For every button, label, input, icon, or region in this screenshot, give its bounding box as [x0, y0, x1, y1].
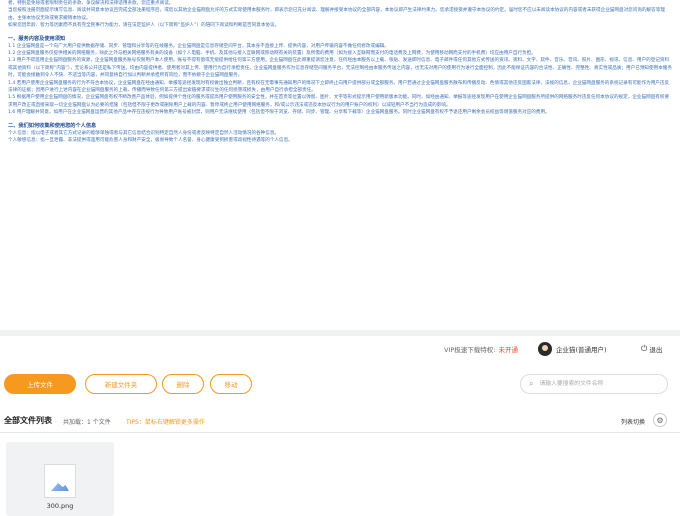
top-bar: VIP极速下载特权: 未开通 企业猫(普通用户) ⏻ 退出 — [0, 336, 680, 362]
document-paragraph: 1.2 企业猫网盘服务仅提供相关的网络服务，除此之外与相关网络服务有关的设备（如… — [8, 51, 536, 57]
section-heading: 二、我们如何收集和使用您的个人信息 — [8, 122, 97, 129]
file-list-title: 全部文件列表 — [4, 416, 52, 425]
view-switch-button[interactable]: 列表切换 — [621, 417, 645, 426]
vip-status[interactable]: 未开通 — [498, 346, 518, 354]
file-name: 300.png — [46, 502, 74, 510]
new-folder-button[interactable]: 新建文件夹 — [85, 374, 157, 394]
document-paragraph: 1.1 企业猫网盘是一个向广大用户提供数据存储、同步、管理和分享等的在线服务。企… — [8, 43, 389, 49]
logout-button[interactable]: ⏻ 退出 — [641, 344, 662, 354]
avatar[interactable] — [538, 342, 552, 356]
vip-label: VIP极速下载特权: — [444, 346, 496, 354]
tips-text: TIPS：鼠标右键解锁更多操作 — [126, 419, 205, 426]
upload-file-button[interactable]: 上传文件 — [4, 374, 76, 394]
document-paragraph: 者，特别是免除或者限制责任的条款、争议解决和法律适用条款。您应重点阅读。 — [8, 1, 174, 6]
file-manager-app: VIP极速下载特权: 未开通 企业猫(普通用户) ⏻ 退出 上传文件 新建文件夹 … — [0, 336, 680, 516]
search-icon: ⌕ — [529, 379, 534, 388]
document-paragraph: 如果您因年龄、智力等因素而不具有完全民事行为能力，请在法定监护人（以下简称“监护… — [8, 23, 280, 29]
move-button[interactable]: 移动 — [210, 374, 252, 394]
document-paragraph: 1.3 用户不得滥用企业猫网盘服务的资源，企业猫网盘服务账号仅限用户本人使用。账… — [8, 58, 672, 79]
user-name[interactable]: 企业猫(普通用户) — [556, 344, 607, 354]
document-paragraph: 1.4 若用户使用企业猫网盘服务的行为不符合本协议，企业猫网盘在经由通知、举报等… — [8, 80, 670, 94]
search-box[interactable]: ⌕ — [520, 374, 668, 394]
toolbar: 上传文件 新建文件夹 删除 移动 ⌕ — [0, 374, 680, 398]
file-count: 共加载：1 个文件 — [63, 419, 111, 426]
image-file-icon — [44, 464, 76, 498]
agreement-document: 者，特别是免除或者限制责任的条款、争议解决和法律适用条款。您应重点阅读。当您按照… — [0, 0, 680, 330]
section-heading: 一、服务内容及使用须知 — [8, 35, 66, 42]
file-list-header: 全部文件列表 共加载：1 个文件 TIPS：鼠标右键解锁更多操作 列表切换 ⚙ — [0, 413, 680, 429]
user-info[interactable]: 企业猫(普通用户) — [538, 341, 607, 357]
file-item[interactable]: 300.png — [6, 442, 114, 516]
logout-label: 退出 — [649, 346, 663, 354]
document-paragraph: 1.6 用户理解并同意，如用户在企业猫网盘运营的其他产品中存在违规行为导致用户账… — [8, 110, 550, 116]
search-input[interactable] — [537, 380, 662, 388]
document-paragraph: 个人敏感信息：指一旦泄露、非法提供或滥用可能危害人身和财产安全，极易导致个人名誉… — [8, 138, 293, 144]
document-paragraph: 个人信息：指以电子或者其它方式记录的能够单独或者与其它信息结合识别特定自然人身份… — [8, 130, 280, 136]
power-icon: ⏻ — [641, 344, 648, 353]
document-paragraph: 当您按照注册页面提示填写信息、阅读并同意本协议且完成全部注册程序后，或您以其他企… — [8, 8, 665, 21]
divider — [0, 432, 680, 433]
delete-button[interactable]: 删除 — [162, 374, 204, 394]
gear-icon[interactable]: ⚙ — [653, 413, 667, 427]
document-paragraph: 1.5 根据用户使用企业猫网盘的情况，企业猫网盘有权不断改善产品体验，例如提供个… — [8, 95, 670, 108]
vip-download-privilege: VIP极速下载特权: 未开通 — [444, 344, 518, 354]
